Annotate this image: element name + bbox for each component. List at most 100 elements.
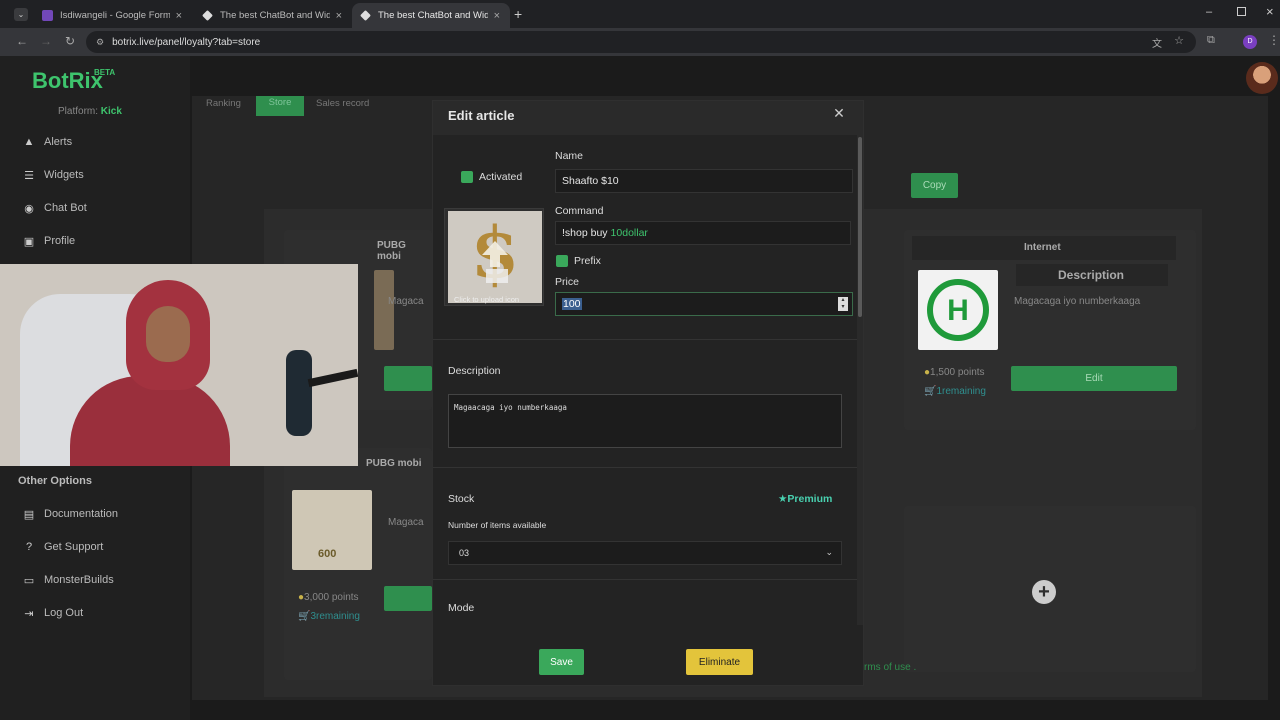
microphone	[286, 350, 312, 436]
close-tab-icon[interactable]: ×	[176, 10, 182, 22]
upload-hint: Click to upload icon	[454, 295, 520, 304]
price-input[interactable]: 100 ▴ ▾	[555, 292, 853, 316]
description-label: Description	[448, 365, 501, 377]
dollar-icon: $	[448, 211, 542, 303]
back-icon[interactable]: ←	[14, 34, 30, 48]
item-description: Magaca	[388, 296, 424, 307]
item-points: ●3,000 points	[298, 592, 359, 603]
document-icon: ▤	[23, 508, 35, 521]
user-avatar[interactable]	[1246, 62, 1278, 94]
item-description: Magacaga iyo numberkaaga	[1014, 296, 1141, 307]
divider	[433, 339, 857, 340]
browser-tab-bar: ⌄ Isdiwangeli - Google Forms × The best …	[0, 0, 1280, 28]
close-icon[interactable]: ✕	[831, 105, 847, 122]
name-label: Name	[555, 150, 584, 162]
item-remaining: 🛒3remaining	[298, 611, 360, 622]
url-field[interactable]: ⚙ botrix.live/panel/loyalty?tab=store 文 …	[86, 31, 1196, 53]
warning-icon: ▲	[23, 136, 35, 148]
edit-button[interactable]: Edit	[1011, 366, 1177, 391]
star-icon: ★	[778, 493, 788, 505]
bookmark-star-icon[interactable]: ☆	[1174, 34, 1184, 47]
address-bar: ← → ↻ ⚙ botrix.live/panel/loyalty?tab=st…	[0, 28, 1280, 56]
prefix-checkbox[interactable]	[556, 255, 568, 267]
logout-icon: ⇥	[24, 607, 34, 620]
site-info-icon[interactable]: ⚙	[96, 37, 104, 48]
save-button[interactable]: Save	[539, 649, 584, 675]
sidebar-item-widgets[interactable]: ☰ Widgets	[22, 166, 84, 184]
sidebar-item-label: Chat Bot	[44, 202, 87, 214]
activated-checkbox[interactable]	[461, 171, 473, 183]
premium-badge: ★Premium	[778, 493, 833, 505]
sidebar-item-alerts[interactable]: ▲ Alerts	[22, 133, 73, 151]
botrix-favicon-icon	[360, 10, 371, 21]
tab-store[interactable]: Store	[256, 96, 304, 116]
description-textarea[interactable]: Magaacaga iyo numberkaaga	[448, 394, 842, 448]
price-value: 100	[562, 298, 582, 310]
item-description: Magaca	[388, 517, 424, 528]
divider	[433, 579, 857, 580]
item-thumbnail: 600	[292, 490, 372, 570]
sidebar-item-profile[interactable]: ▣ Profile	[22, 232, 75, 250]
new-tab-icon[interactable]: +	[514, 6, 522, 22]
price-label: Price	[555, 276, 579, 288]
command-input[interactable]: !shop buy 10dollar	[555, 221, 851, 245]
stock-select[interactable]: 03 ⌄	[448, 541, 842, 565]
google-forms-icon	[42, 10, 53, 21]
browser-tab[interactable]: The best ChatBot and Widgets ×	[194, 3, 352, 28]
browser-tab-active[interactable]: The best ChatBot and Widgets ×	[352, 3, 510, 28]
command-prefix: !shop buy	[562, 227, 608, 239]
maximize-icon[interactable]	[1237, 7, 1246, 16]
modal-scrollbar-thumb[interactable]	[858, 137, 862, 317]
sidebar-item-label: Documentation	[44, 508, 118, 520]
sidebar-item-chat-bot[interactable]: ◉ Chat Bot	[22, 199, 87, 217]
eliminate-button[interactable]: Eliminate	[686, 649, 753, 675]
activated-label: Activated	[479, 171, 523, 183]
command-value: 10dollar	[610, 227, 648, 239]
tab-sales-record[interactable]: Sales record	[316, 98, 369, 109]
cart-icon: 🛒	[298, 611, 311, 622]
edit-button[interactable]	[384, 586, 432, 611]
edit-article-modal: Edit article ✕ Activated $ Click to uplo…	[432, 100, 864, 686]
store-item-card: PUBG mobi 600 Magaca ●3,000 points 🛒3rem…	[284, 448, 432, 680]
reload-icon[interactable]: ↻	[62, 34, 78, 48]
item-remaining: 🛒1remaining	[924, 386, 986, 397]
person-face	[146, 306, 190, 362]
modal-title: Edit article	[448, 108, 515, 123]
forward-icon[interactable]: →	[38, 34, 54, 48]
terms-link[interactable]: rms of use .	[864, 662, 916, 673]
close-window-icon[interactable]: ×	[1266, 4, 1274, 19]
translate-icon[interactable]: 文	[1152, 35, 1162, 50]
tab-ranking[interactable]: Ranking	[206, 98, 241, 109]
sidebar-item-label: Profile	[44, 235, 76, 247]
sidebar-item-documentation[interactable]: ▤ Documentation	[22, 505, 118, 523]
close-tab-icon[interactable]: ×	[336, 10, 342, 22]
tab-search-icon[interactable]: ⌄	[14, 8, 28, 21]
copy-button[interactable]: Copy	[911, 173, 958, 198]
profile-icon[interactable]: D	[1243, 35, 1257, 49]
price-stepper-icon[interactable]: ▴ ▾	[838, 297, 848, 311]
platform-indicator: Platform: Kick	[58, 106, 122, 117]
stock-label: Stock	[448, 493, 475, 505]
edit-button[interactable]	[384, 366, 432, 391]
command-label: Command	[555, 205, 604, 217]
name-input[interactable]: Shaafto $10	[555, 169, 853, 193]
browser-tab[interactable]: Isdiwangeli - Google Forms ×	[34, 3, 192, 28]
item-title: PUBG mobi	[377, 240, 406, 262]
url-text: botrix.live/panel/loyalty?tab=store	[112, 36, 261, 48]
sidebar-item-label: Log Out	[44, 607, 84, 619]
sidebar-item-label: Alerts	[44, 136, 73, 148]
icon-upload[interactable]: $ Click to upload icon	[444, 208, 544, 306]
sidebar-item-get-support[interactable]: ? Get Support	[22, 538, 103, 556]
internet-logo-icon: H	[927, 279, 989, 341]
add-icon[interactable]: +	[1032, 580, 1056, 604]
divider	[433, 467, 857, 468]
sidebar-item-monsterbuilds[interactable]: ▭ MonsterBuilds	[22, 571, 114, 589]
botrix-logo[interactable]: BotRix	[32, 68, 103, 94]
menu-icon[interactable]: ⋮	[1268, 33, 1280, 47]
minimize-icon[interactable]: –	[1206, 6, 1212, 18]
extensions-icon[interactable]: ⧉	[1207, 34, 1215, 47]
add-item-card[interactable]: +	[904, 506, 1196, 672]
sidebar-item-log-out[interactable]: ⇥ Log Out	[22, 604, 83, 622]
close-tab-icon[interactable]: ×	[494, 10, 500, 22]
stock-sub-label: Number of items available	[448, 520, 547, 530]
